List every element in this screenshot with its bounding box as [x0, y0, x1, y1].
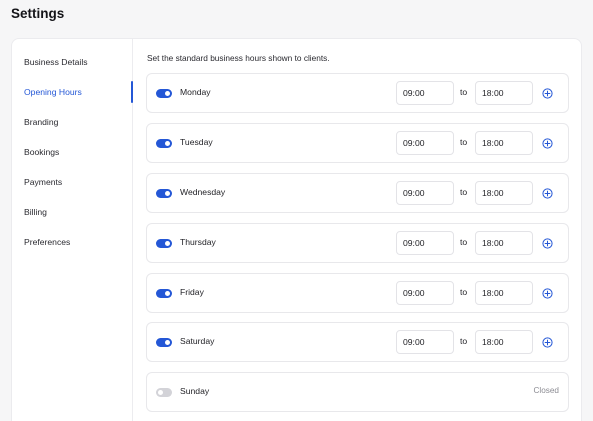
plus-circle-icon[interactable] — [542, 288, 553, 299]
end-time-input-thursday[interactable] — [475, 231, 533, 255]
day-row-tuesday: Tuesday to — [146, 123, 569, 163]
sidebar-item-billing[interactable]: Billing — [24, 202, 130, 222]
day-toggle-thursday[interactable] — [156, 239, 172, 248]
end-time-input-saturday[interactable] — [475, 330, 533, 354]
to-label: to — [460, 87, 468, 97]
toggle-knob — [165, 241, 170, 246]
plus-circle-icon[interactable] — [542, 188, 553, 199]
toggle-knob — [165, 340, 170, 345]
page-title: Settings — [11, 6, 65, 21]
end-time-input-wednesday[interactable] — [475, 181, 533, 205]
toggle-knob — [165, 191, 170, 196]
to-label: to — [460, 336, 468, 346]
start-time-input-monday[interactable] — [396, 81, 454, 105]
to-label: to — [460, 187, 468, 197]
plus-circle-icon[interactable] — [542, 138, 553, 149]
day-row-friday: Friday to — [146, 273, 569, 313]
end-time-input-monday[interactable] — [475, 81, 533, 105]
day-toggle-tuesday[interactable] — [156, 139, 172, 148]
day-name: Sunday — [180, 386, 210, 396]
start-time-input-wednesday[interactable] — [396, 181, 454, 205]
start-time-input-saturday[interactable] — [396, 330, 454, 354]
day-toggle-sunday[interactable] — [156, 388, 172, 397]
day-row-sunday: Sunday Closed — [146, 372, 569, 412]
day-name: Friday — [180, 287, 204, 297]
plus-circle-icon[interactable] — [542, 337, 553, 348]
end-time-input-friday[interactable] — [475, 281, 533, 305]
settings-sidebar: Business Details Opening Hours Branding … — [12, 39, 133, 421]
sidebar-item-bookings[interactable]: Bookings — [24, 142, 130, 162]
day-toggle-wednesday[interactable] — [156, 189, 172, 198]
day-row-wednesday: Wednesday to — [146, 173, 569, 213]
toggle-knob — [165, 91, 170, 96]
sidebar-item-payments[interactable]: Payments — [24, 172, 130, 192]
to-label: to — [460, 237, 468, 247]
sidebar-item-opening-hours[interactable]: Opening Hours — [24, 82, 130, 102]
hours-intro-text: Set the standard business hours shown to… — [147, 53, 330, 63]
start-time-input-tuesday[interactable] — [396, 131, 454, 155]
day-row-saturday: Saturday to — [146, 322, 569, 362]
sidebar-item-branding[interactable]: Branding — [24, 112, 130, 132]
to-label: to — [460, 137, 468, 147]
toggle-knob — [165, 141, 170, 146]
sidebar-item-preferences[interactable]: Preferences — [24, 232, 130, 252]
closed-label: Closed — [533, 386, 560, 395]
sidebar-item-business-details[interactable]: Business Details — [24, 52, 130, 72]
day-toggle-monday[interactable] — [156, 89, 172, 98]
to-label: to — [460, 287, 468, 297]
plus-circle-icon[interactable] — [542, 238, 553, 249]
day-name: Thursday — [180, 237, 216, 247]
day-name: Tuesday — [180, 137, 213, 147]
settings-card: Business Details Opening Hours Branding … — [11, 38, 582, 421]
day-name: Monday — [180, 87, 211, 97]
day-row-thursday: Thursday to — [146, 223, 569, 263]
day-name: Wednesday — [180, 187, 226, 197]
end-time-input-tuesday[interactable] — [475, 131, 533, 155]
day-name: Saturday — [180, 336, 215, 346]
start-time-input-thursday[interactable] — [396, 231, 454, 255]
start-time-input-friday[interactable] — [396, 281, 454, 305]
day-toggle-friday[interactable] — [156, 289, 172, 298]
plus-circle-icon[interactable] — [542, 88, 553, 99]
day-toggle-saturday[interactable] — [156, 338, 172, 347]
day-row-monday: Monday to — [146, 73, 569, 113]
sidebar-active-indicator — [131, 81, 133, 103]
toggle-knob — [158, 390, 163, 395]
toggle-knob — [165, 291, 170, 296]
